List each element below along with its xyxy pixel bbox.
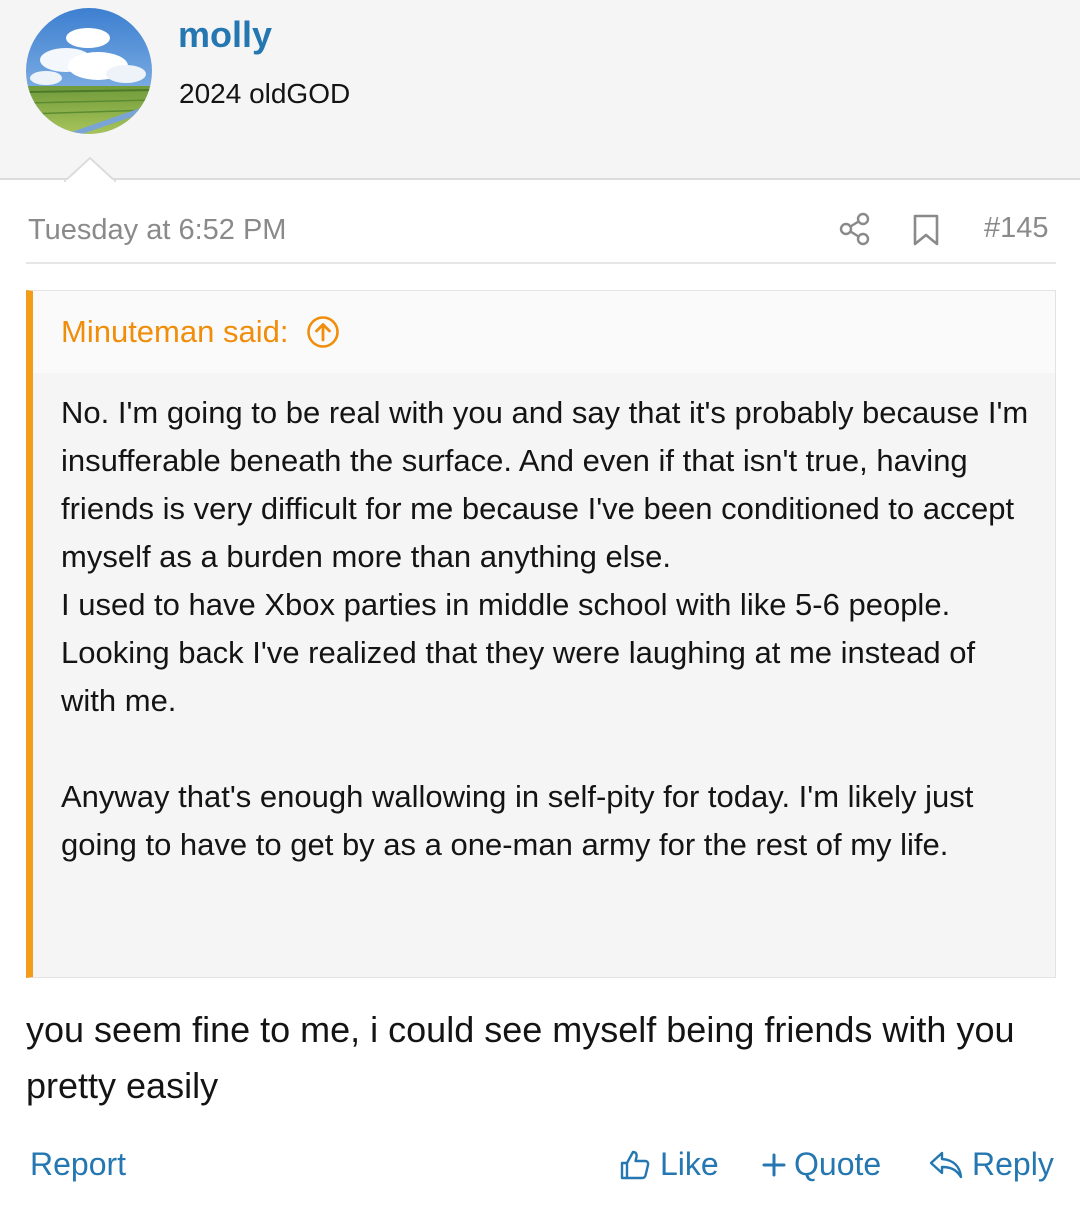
username[interactable]: molly	[178, 14, 272, 56]
share-icon[interactable]	[838, 212, 872, 246]
quote-label: Quote	[794, 1146, 882, 1182]
quote-author[interactable]: Minuteman said:	[61, 314, 288, 350]
user-header: molly 2024 oldGOD	[0, 0, 1080, 182]
user-title: 2024 oldGOD	[179, 78, 351, 109]
quote-header: Minuteman said:	[33, 291, 1055, 373]
avatar-image	[26, 8, 152, 134]
post-number[interactable]: #145	[984, 212, 1049, 245]
plus-icon	[762, 1153, 786, 1176]
quote-paragraph: Anyway that's enough wallowing in self-p…	[61, 779, 974, 862]
arrow-up-circle-icon[interactable]	[306, 315, 340, 349]
bookmark-icon[interactable]	[912, 214, 940, 246]
post-meta: Tuesday at 6:52 PM #145	[26, 210, 1056, 264]
reply-arrow-icon	[929, 1151, 963, 1178]
reply-button[interactable]: Reply	[928, 1146, 1054, 1183]
reply-label: Reply	[972, 1146, 1054, 1182]
quote-paragraph: No. I'm going to be real with you and sa…	[61, 395, 1029, 574]
quote-block: Minuteman said: No. I'm going to be real…	[26, 290, 1056, 978]
like-label: Like	[660, 1146, 719, 1182]
avatar[interactable]	[26, 8, 152, 134]
post-date[interactable]: Tuesday at 6:52 PM	[28, 214, 286, 247]
post-body: you seem fine to me, i could see myself …	[26, 1009, 1015, 1106]
message-pointer	[64, 157, 116, 182]
like-button[interactable]: Like	[618, 1146, 719, 1183]
report-button[interactable]: Report	[30, 1146, 126, 1183]
quote-paragraph: I used to have Xbox parties in middle sc…	[61, 587, 976, 718]
quote-content: No. I'm going to be real with you and sa…	[33, 373, 1055, 869]
post-actions: Report Like Quote Reply	[26, 1140, 1056, 1196]
quote-button[interactable]: Quote	[762, 1146, 881, 1183]
thumbs-up-icon	[620, 1150, 650, 1179]
